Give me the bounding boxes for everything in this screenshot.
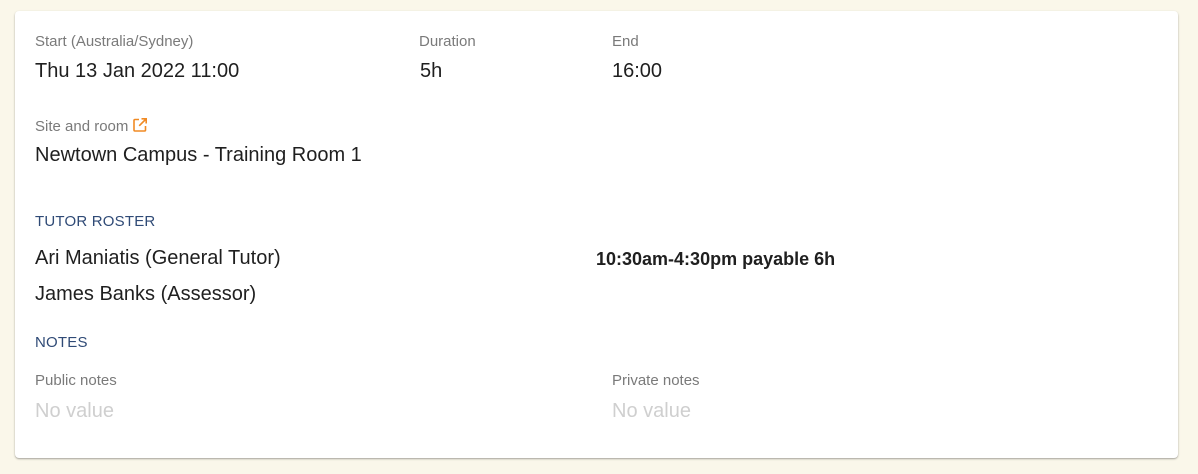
end-value: 16:00	[612, 60, 663, 82]
tutor-roster-heading: TUTOR ROSTER	[35, 213, 156, 230]
public-notes-value: No value	[35, 400, 114, 422]
session-details-card: Start (Australia/Sydney) Thu 13 Jan 2022…	[15, 11, 1178, 458]
site-room-label-row: Site and room	[35, 117, 148, 135]
private-notes-label: Private notes	[612, 372, 700, 389]
start-value: Thu 13 Jan 2022 11:00	[35, 60, 240, 82]
external-link-icon[interactable]	[132, 117, 148, 133]
tutor-schedule: 10:30am-4:30pm payable 6h	[596, 249, 836, 269]
start-label: Start (Australia/Sydney)	[35, 33, 194, 50]
notes-heading: NOTES	[35, 334, 88, 351]
site-room-label: Site and room	[35, 118, 129, 135]
end-label: End	[612, 33, 639, 50]
duration-value: 5h	[420, 60, 443, 82]
site-room-value: Newtown Campus - Training Room 1	[35, 144, 362, 166]
private-notes-value: No value	[612, 400, 691, 422]
tutor-name: Ari Maniatis (General Tutor)	[35, 247, 281, 269]
duration-label: Duration	[419, 33, 476, 50]
tutor-name: James Banks (Assessor)	[35, 283, 257, 305]
public-notes-label: Public notes	[35, 372, 117, 389]
